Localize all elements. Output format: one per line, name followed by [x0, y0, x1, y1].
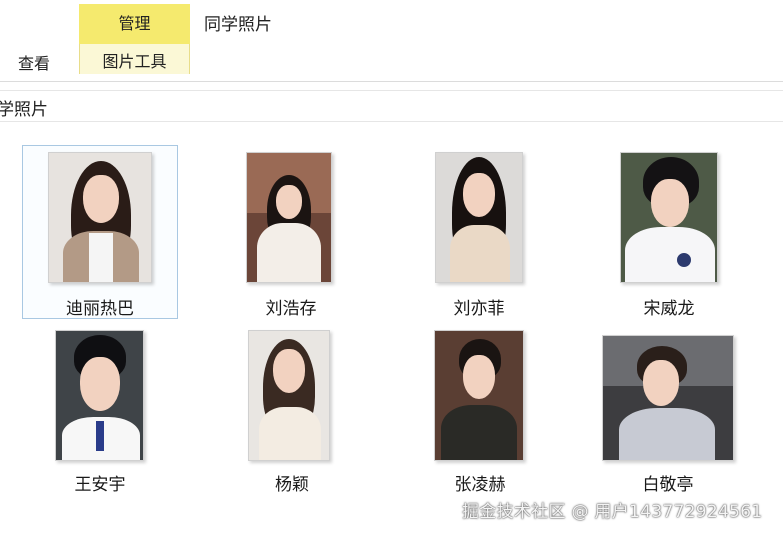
photo-name: 王安宇	[74, 475, 126, 495]
address-bar-path[interactable]: 学照片	[0, 95, 48, 120]
photo-item-liuyifei[interactable]: 刘亦菲	[408, 145, 558, 325]
photo-item-wanganyu[interactable]: 王安宇	[28, 325, 178, 505]
photo-thumbnail[interactable]	[434, 330, 524, 461]
photo-thumbnail[interactable]	[602, 335, 734, 461]
photo-thumbnail[interactable]	[246, 152, 332, 283]
address-bar-bottom-border	[0, 121, 783, 122]
photo-name: 张凌赫	[454, 475, 506, 495]
tab-manage[interactable]: 管理	[79, 4, 190, 44]
photo-name: 白敬亭	[642, 475, 694, 495]
photo-thumbnail[interactable]	[620, 152, 718, 283]
photo-item-dilireba[interactable]: 迪丽热巴	[22, 145, 178, 325]
photo-name: 刘浩存	[265, 299, 317, 319]
ribbon-divider	[0, 81, 783, 82]
photo-thumbnail[interactable]	[435, 152, 523, 283]
photo-item-liuhaocun[interactable]: 刘浩存	[216, 145, 366, 325]
photo-name: 杨颖	[275, 475, 309, 495]
photo-thumbnail[interactable]	[248, 330, 330, 461]
photo-item-zhanglinghe[interactable]: 张凌赫	[410, 325, 560, 505]
tab-picture-tools[interactable]: 图片工具	[79, 44, 190, 74]
photo-name: 迪丽热巴	[66, 299, 134, 319]
photo-item-baijingting[interactable]: 白敬亭	[582, 325, 734, 505]
photo-thumbnail[interactable]	[48, 152, 152, 283]
watermark: 掘金技术社区 @ 用户143772924561	[462, 502, 763, 522]
window-title: 同学照片	[204, 15, 272, 35]
photo-item-songweilong[interactable]: 宋威龙	[596, 145, 746, 325]
address-bar-top-border	[0, 90, 783, 91]
photo-name: 刘亦菲	[453, 299, 505, 319]
photo-thumbnail[interactable]	[55, 330, 144, 461]
photo-name: 宋威龙	[643, 299, 695, 319]
photo-item-yangying[interactable]: 杨颖	[218, 325, 368, 505]
tab-view[interactable]: 查看	[18, 50, 50, 74]
